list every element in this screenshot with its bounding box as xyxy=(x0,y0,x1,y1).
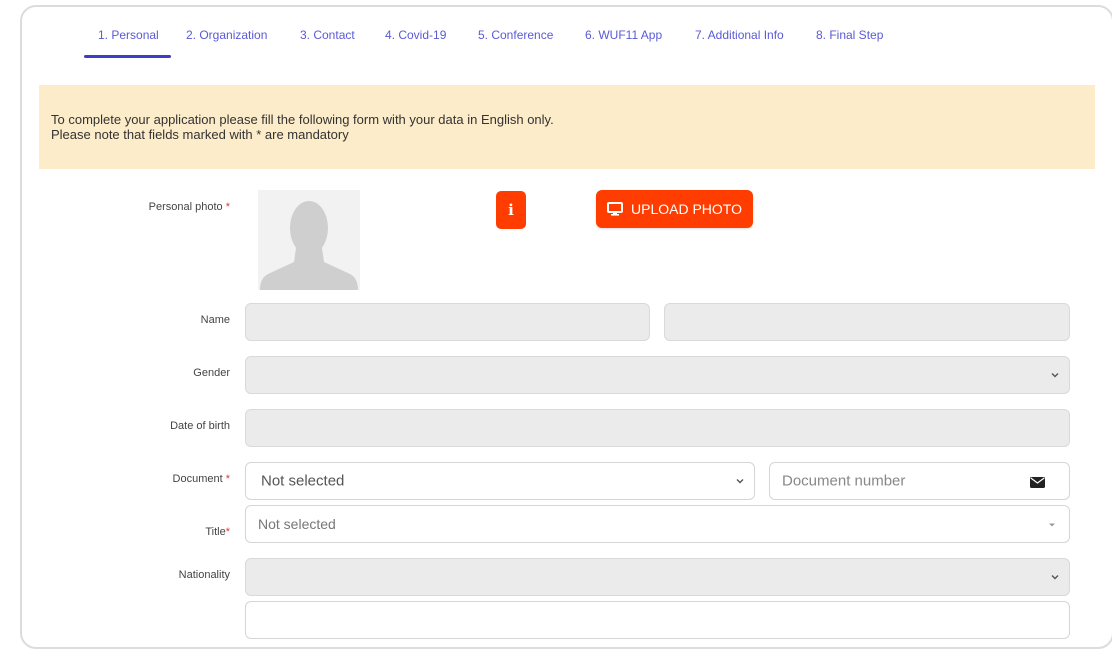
chevron-down-icon xyxy=(1051,373,1059,378)
upload-photo-label: UPLOAD PHOTO xyxy=(631,201,742,217)
chevron-down-icon xyxy=(1051,575,1059,580)
title-select[interactable]: Not selected xyxy=(245,505,1070,543)
photo-info-button[interactable]: i xyxy=(496,191,526,229)
personal-photo-label: Personal photo * xyxy=(148,201,230,213)
required-mark: * xyxy=(225,201,230,213)
tab-wuf11-app[interactable]: 6. WUF11 App xyxy=(585,28,662,42)
tab-final-step[interactable]: 8. Final Step xyxy=(816,28,883,42)
document-number-placeholder: Document number xyxy=(782,472,906,490)
date-of-birth-label: Date of birth xyxy=(170,420,230,432)
tab-covid-19[interactable]: 4. Covid-19 xyxy=(385,28,446,42)
nationality-select[interactable] xyxy=(245,558,1070,596)
title-label: Title* xyxy=(205,526,230,538)
document-label: Document * xyxy=(172,473,230,485)
document-type-value: Not selected xyxy=(261,472,345,490)
title-value: Not selected xyxy=(258,516,336,532)
required-mark: * xyxy=(225,473,230,485)
envelope-icon xyxy=(1030,477,1045,488)
nationality-label: Nationality xyxy=(178,569,230,581)
first-name-input[interactable] xyxy=(245,303,650,341)
last-name-input[interactable] xyxy=(664,303,1070,341)
notice-line-1: To complete your application please fill… xyxy=(51,112,554,127)
chevron-down-icon xyxy=(736,479,744,484)
required-mark: * xyxy=(225,526,230,538)
monitor-icon xyxy=(607,202,623,216)
gender-label: Gender xyxy=(193,367,230,379)
application-form-panel: 1. Personal 2. Organization 3. Contact 4… xyxy=(20,5,1112,649)
tab-conference[interactable]: 5. Conference xyxy=(478,28,553,42)
tab-organization[interactable]: 2. Organization xyxy=(186,28,267,42)
next-field-input[interactable] xyxy=(245,601,1070,639)
instructions-notice: To complete your application please fill… xyxy=(39,85,1095,169)
document-number-input[interactable]: Document number xyxy=(769,462,1070,500)
tab-personal[interactable]: 1. Personal xyxy=(98,28,159,42)
gender-select[interactable] xyxy=(245,356,1070,394)
tab-additional-info[interactable]: 7. Additional Info xyxy=(695,28,784,42)
avatar-placeholder-icon xyxy=(258,190,360,290)
caret-down-icon xyxy=(1049,523,1055,527)
step-tabs: 1. Personal 2. Organization 3. Contact 4… xyxy=(22,7,1112,63)
notice-line-2: Please note that fields marked with * ar… xyxy=(51,127,349,142)
date-of-birth-input[interactable] xyxy=(245,409,1070,447)
name-label: Name xyxy=(200,314,230,326)
active-tab-indicator xyxy=(84,55,171,58)
tab-contact[interactable]: 3. Contact xyxy=(300,28,355,42)
document-type-select[interactable]: Not selected xyxy=(245,462,755,500)
upload-photo-button[interactable]: UPLOAD PHOTO xyxy=(596,190,753,228)
